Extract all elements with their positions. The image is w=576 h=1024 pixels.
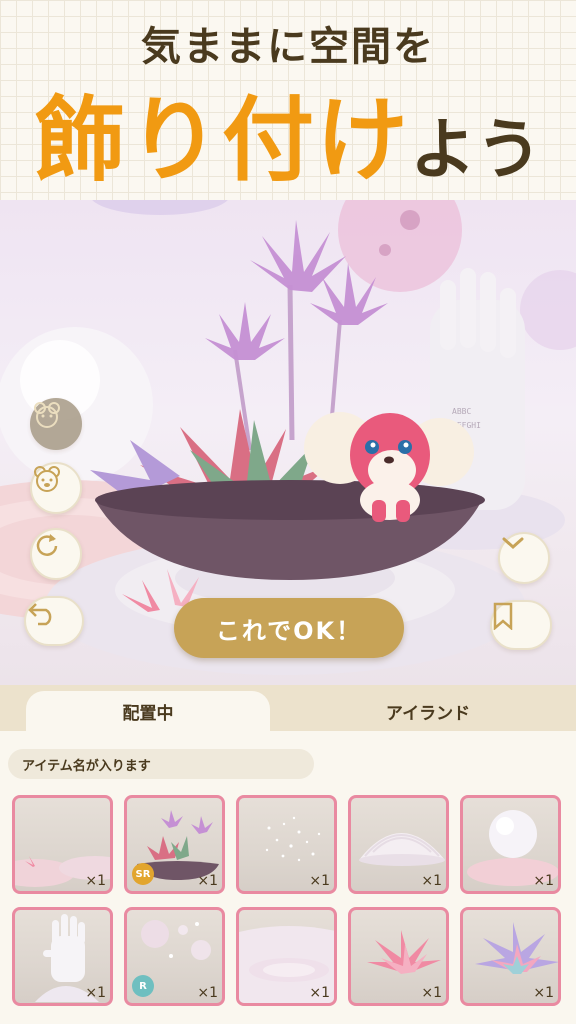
item-quantity: ×1 [421, 873, 442, 889]
promo-banner: 気ままに空間を 飾り付けよう [0, 0, 576, 200]
svg-text:ABBC: ABBC [452, 407, 471, 416]
bear-face-toggle-button[interactable] [30, 398, 82, 450]
item-quantity: ×1 [533, 985, 554, 1001]
character-button[interactable] [30, 462, 82, 514]
banner-subtitle: 気ままに空間を [141, 24, 435, 70]
undo-button[interactable] [24, 596, 84, 646]
rarity-badge: SR [132, 863, 154, 885]
item-quantity: ×1 [85, 873, 106, 889]
bear-face-icon [34, 402, 60, 428]
item-card[interactable]: ×1 [348, 795, 449, 894]
item-name-field: アイテム名が入ります [8, 749, 314, 779]
item-quantity: ×1 [197, 873, 218, 889]
tab-island[interactable]: アイランド [300, 691, 556, 731]
item-quantity: ×1 [309, 873, 330, 889]
rarity-badge: R [132, 975, 154, 997]
item-card[interactable]: ×1 [12, 795, 113, 894]
tab-bar: 配置中 アイランド [0, 685, 576, 731]
decoration-scene[interactable]: ABBC DEFGHI これでOK！ [0, 200, 576, 685]
banner-title-highlight: 飾り付け [33, 87, 410, 194]
confirm-ok-button[interactable]: これでOK！ [174, 598, 404, 658]
item-quantity: ×1 [421, 985, 442, 1001]
banner-title-tail: よう [410, 111, 542, 188]
item-card[interactable]: ×1 [460, 907, 561, 1006]
item-card[interactable]: R ×1 [124, 907, 225, 1006]
item-quantity: ×1 [309, 985, 330, 1001]
item-card[interactable]: ×1 [236, 795, 337, 894]
bear-face-icon [34, 466, 60, 492]
rotate-button[interactable] [30, 528, 82, 580]
rotate-icon [36, 534, 58, 556]
banner-title: 飾り付けよう [0, 66, 576, 199]
item-panel: アイテム名が入ります ×1 SR ×1 ×1 ×1 ×1 ×1 R ×1 ×1 … [0, 731, 576, 1024]
item-card[interactable]: SR ×1 [124, 795, 225, 894]
undo-icon [28, 603, 52, 626]
tab-placed[interactable]: 配置中 [26, 691, 270, 731]
item-card[interactable]: ×1 [460, 795, 561, 894]
collapse-button[interactable] [498, 532, 550, 584]
item-card[interactable]: ×1 [12, 907, 113, 1006]
chevron-down-icon [502, 537, 524, 550]
item-quantity: ×1 [533, 873, 554, 889]
item-card[interactable]: ×1 [348, 907, 449, 1006]
bookmark-icon [493, 602, 513, 630]
item-quantity: ×1 [197, 985, 218, 1001]
bookmark-button[interactable] [490, 600, 552, 650]
item-card[interactable]: ×1 [236, 907, 337, 1006]
item-quantity: ×1 [85, 985, 106, 1001]
